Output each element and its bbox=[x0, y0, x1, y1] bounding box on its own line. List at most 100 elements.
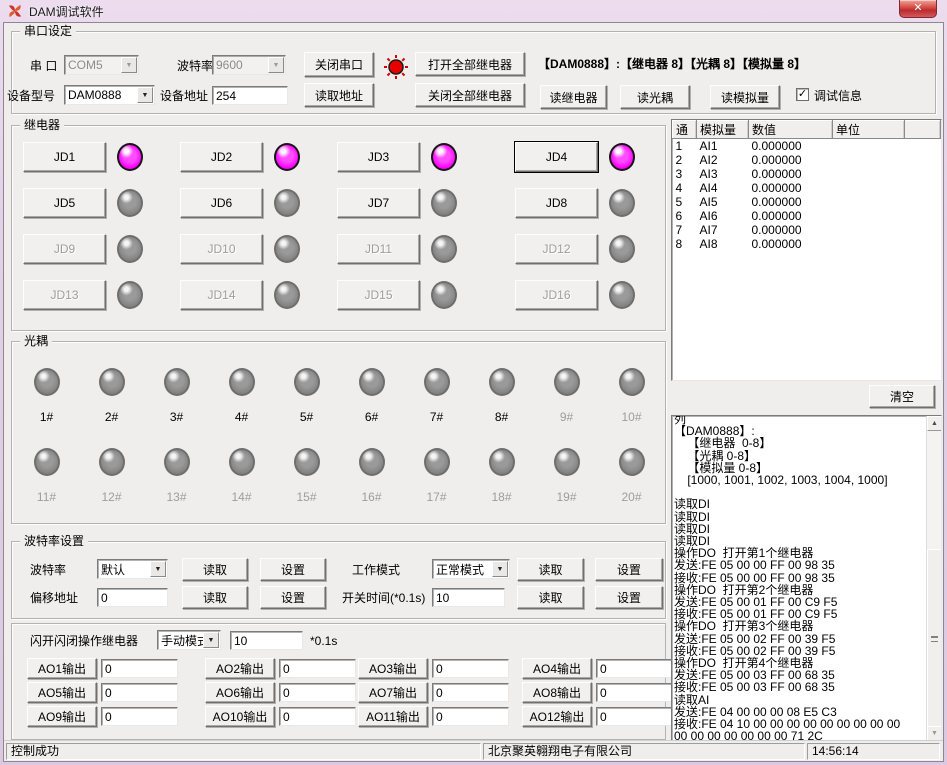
analog-table-cell bbox=[833, 223, 905, 237]
log-scrollbar[interactable]: ▲ ▼ bbox=[926, 416, 941, 741]
analog-table-header[interactable] bbox=[905, 121, 941, 139]
ao-output-input-4[interactable] bbox=[596, 659, 673, 678]
relay-button-jd11[interactable]: JD11 bbox=[337, 234, 420, 264]
ao-output-button-6[interactable]: AO6输出 bbox=[205, 682, 275, 703]
analog-table: 通模拟量数值单位 1AI10.0000002AI20.0000003AI30.0… bbox=[672, 120, 941, 251]
read-opto-button[interactable]: 读光耦 bbox=[620, 85, 690, 109]
close-button[interactable]: ✕ bbox=[899, 0, 937, 18]
ao-output-input-6[interactable] bbox=[279, 683, 356, 702]
relay-button-jd8[interactable]: JD8 bbox=[515, 188, 598, 218]
device-model-select[interactable]: DAM0888 ▼ bbox=[64, 85, 155, 105]
analog-table-header[interactable]: 单位 bbox=[833, 121, 905, 139]
clear-log-button[interactable]: 清空 bbox=[869, 385, 935, 408]
opto-channel-label: 10# bbox=[621, 410, 641, 424]
relay-cell: JD8 bbox=[515, 187, 653, 218]
ao-output-button-8[interactable]: AO8输出 bbox=[522, 682, 592, 703]
ao-output-input-11[interactable] bbox=[432, 707, 509, 726]
relay-button-jd9[interactable]: JD9 bbox=[23, 234, 106, 264]
offset-set-button[interactable]: 设置 bbox=[260, 586, 326, 609]
ao-output-input-3[interactable] bbox=[432, 659, 509, 678]
analog-table-row[interactable]: 5AI50.000000 bbox=[673, 195, 941, 209]
work-mode-set-button[interactable]: 设置 bbox=[595, 558, 663, 581]
analog-table-header[interactable]: 模拟量 bbox=[697, 121, 749, 139]
baud-read-button[interactable]: 读取 bbox=[182, 558, 248, 581]
analog-table-row[interactable]: 8AI80.000000 bbox=[673, 237, 941, 251]
open-all-relays-button[interactable]: 打开全部继电器 bbox=[415, 52, 525, 76]
ao-output-input-8[interactable] bbox=[596, 683, 673, 702]
log-lines: 列【DAM0888】: 【继电器 0-8】 【光耦 0-8】 【模拟量 0-8】… bbox=[674, 415, 925, 742]
relay-button-jd6[interactable]: JD6 bbox=[180, 188, 263, 218]
relay-button-jd2[interactable]: JD2 bbox=[180, 142, 263, 172]
read-address-button[interactable]: 读取地址 bbox=[304, 83, 374, 107]
relay-button-jd12[interactable]: JD12 bbox=[515, 234, 598, 264]
ao-output-button-2[interactable]: AO2输出 bbox=[205, 658, 275, 679]
switch-time-input[interactable] bbox=[432, 588, 505, 607]
ao-output-button-9[interactable]: AO9输出 bbox=[27, 706, 97, 727]
opto-led-off bbox=[164, 368, 190, 396]
ao-output-button-11[interactable]: AO11输出 bbox=[358, 706, 428, 727]
ao-output-button-12[interactable]: AO12输出 bbox=[522, 706, 592, 727]
analog-table-cell bbox=[905, 237, 941, 251]
analog-table-row[interactable]: 2AI20.000000 bbox=[673, 153, 941, 167]
log-line bbox=[674, 486, 925, 498]
device-info-label: 【DAM0888】:【继电器 8】【光耦 8】【模拟量 8】 bbox=[538, 57, 806, 71]
analog-table-panel: 通模拟量数值单位 1AI10.0000002AI20.0000003AI30.0… bbox=[671, 119, 942, 381]
close-serial-button[interactable]: 关闭串口 bbox=[304, 52, 374, 77]
switch-time-read-button[interactable]: 读取 bbox=[517, 586, 584, 609]
analog-table-header[interactable]: 数值 bbox=[749, 121, 833, 139]
read-relays-button[interactable]: 读继电器 bbox=[540, 85, 607, 109]
relay-button-jd14[interactable]: JD14 bbox=[180, 280, 263, 310]
close-all-relays-button[interactable]: 关闭全部继电器 bbox=[415, 83, 525, 107]
ao-output-input-5[interactable] bbox=[101, 683, 178, 702]
device-address-input[interactable] bbox=[212, 86, 288, 105]
analog-table-row[interactable]: 7AI70.000000 bbox=[673, 223, 941, 237]
ao-output-button-5[interactable]: AO5输出 bbox=[27, 682, 97, 703]
com-port-select[interactable]: COM5 ▼ bbox=[64, 55, 139, 75]
relay-button-jd1[interactable]: JD1 bbox=[23, 142, 106, 172]
baud-rate-select[interactable]: 9600 ▼ bbox=[212, 55, 286, 75]
baud-set-button[interactable]: 设置 bbox=[260, 558, 326, 581]
ao-output-button-10[interactable]: AO10输出 bbox=[205, 706, 275, 727]
scrollbar-thumb[interactable] bbox=[927, 549, 942, 729]
relay-cell: JD6 bbox=[180, 187, 337, 218]
scroll-down-icon[interactable]: ▼ bbox=[927, 726, 942, 741]
ao-output-input-12[interactable] bbox=[596, 707, 673, 726]
analog-table-row[interactable]: 4AI40.000000 bbox=[673, 181, 941, 195]
baud-set-select[interactable]: 默认 ▼ bbox=[97, 559, 168, 579]
analog-table-header[interactable]: 通 bbox=[673, 121, 697, 139]
offset-read-button[interactable]: 读取 bbox=[182, 586, 248, 609]
ao-output-button-7[interactable]: AO7输出 bbox=[358, 682, 428, 703]
offset-address-input[interactable] bbox=[97, 588, 168, 607]
ao-output-input-1[interactable] bbox=[101, 659, 178, 678]
ao-output-input-9[interactable] bbox=[101, 707, 178, 726]
opto-channel: 16# bbox=[339, 448, 404, 504]
relay-button-jd15[interactable]: JD15 bbox=[337, 280, 420, 310]
relay-button-jd3[interactable]: JD3 bbox=[337, 142, 420, 172]
ao-output-input-10[interactable] bbox=[279, 707, 356, 726]
relay-button-jd4[interactable]: JD4 bbox=[515, 142, 598, 172]
scroll-up-icon[interactable]: ▲ bbox=[927, 416, 942, 431]
log-panel[interactable]: 列【DAM0888】: 【继电器 0-8】 【光耦 0-8】 【模拟量 0-8】… bbox=[671, 415, 942, 742]
switch-time-set-button[interactable]: 设置 bbox=[595, 586, 663, 609]
ao-output-input-7[interactable] bbox=[432, 683, 509, 702]
analog-table-row[interactable]: 3AI30.000000 bbox=[673, 167, 941, 181]
relay-button-jd7[interactable]: JD7 bbox=[337, 188, 420, 218]
analog-table-row[interactable]: 6AI60.000000 bbox=[673, 209, 941, 223]
read-analog-button[interactable]: 读模拟量 bbox=[710, 85, 780, 109]
relay-button-jd13[interactable]: JD13 bbox=[23, 280, 106, 310]
flash-time-input[interactable] bbox=[230, 631, 303, 650]
title-bar[interactable]: DAM调试软件 ✕ bbox=[0, 0, 947, 22]
relay-button-jd5[interactable]: JD5 bbox=[23, 188, 106, 218]
ao-output-input-2[interactable] bbox=[279, 659, 356, 678]
analog-table-row[interactable]: 1AI10.000000 bbox=[673, 139, 941, 154]
opto-channel-label: 19# bbox=[556, 490, 576, 504]
work-mode-select[interactable]: 正常模式 ▼ bbox=[432, 559, 510, 579]
flash-mode-select[interactable]: 手动模式 ▼ bbox=[157, 630, 221, 650]
ao-output-button-4[interactable]: AO4输出 bbox=[522, 658, 592, 679]
debug-info-checkbox[interactable]: ✓ bbox=[796, 88, 809, 101]
ao-output-button-3[interactable]: AO3输出 bbox=[358, 658, 428, 679]
relay-button-jd10[interactable]: JD10 bbox=[180, 234, 263, 264]
ao-output-button-1[interactable]: AO1输出 bbox=[27, 658, 97, 679]
relay-button-jd16[interactable]: JD16 bbox=[515, 280, 598, 310]
work-mode-read-button[interactable]: 读取 bbox=[517, 558, 584, 581]
